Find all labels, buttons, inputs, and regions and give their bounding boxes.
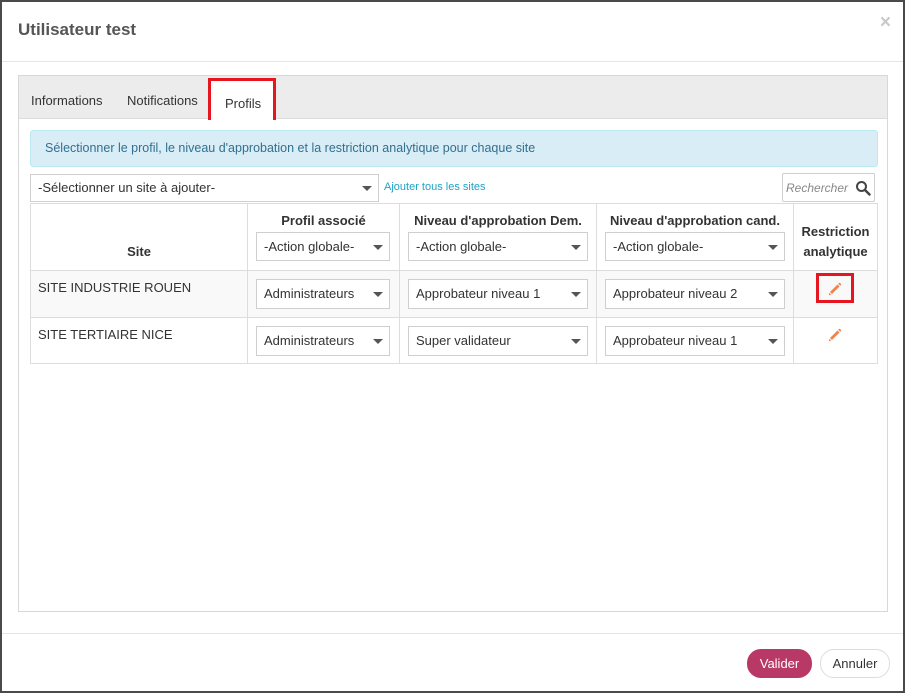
chevron-down-icon [768, 339, 778, 344]
row-profile-select[interactable]: Administrateurs [256, 279, 390, 309]
global-profile-value: -Action globale- [264, 239, 355, 254]
chevron-down-icon [768, 292, 778, 297]
chevron-down-icon [768, 244, 778, 250]
chevron-down-icon [362, 186, 372, 191]
header-cand-level: Niveau d'approbation cand. [610, 213, 780, 228]
header-dem-level: Niveau d'approbation Dem. [414, 213, 582, 228]
row-site-name: SITE INDUSTRIE ROUEN [38, 280, 192, 295]
global-dem-level-value: -Action globale- [416, 239, 507, 254]
chevron-down-icon [373, 244, 383, 250]
global-dem-level-select[interactable]: -Action globale- [408, 232, 588, 261]
row-cand-level-select[interactable]: Approbateur niveau 1 [605, 326, 785, 356]
row-profile-select[interactable]: Administrateurs [256, 326, 390, 356]
row-cand-level-value: Approbateur niveau 1 [613, 333, 738, 348]
search-box [782, 173, 875, 202]
tab-notifications[interactable]: Notifications [127, 93, 198, 108]
tab-informations[interactable]: Informations [31, 93, 103, 108]
chevron-down-icon [571, 244, 581, 250]
chevron-down-icon [373, 292, 383, 297]
header-profile: Profil associé [281, 213, 366, 228]
row-profile-value: Administrateurs [264, 333, 355, 348]
modal-header: Utilisateur test × [2, 2, 903, 62]
cancel-button[interactable]: Annuler [820, 649, 890, 678]
row-dem-level-value: Super validateur [416, 333, 511, 348]
row-site-name: SITE TERTIAIRE NICE [38, 327, 173, 342]
chevron-down-icon [571, 339, 581, 344]
pencil-icon[interactable] [828, 282, 842, 296]
sites-table: Site Profil associé Niveau d'approbation… [30, 203, 878, 364]
user-modal: Utilisateur test × Informations Notifica… [0, 0, 905, 693]
row-dem-level-select[interactable]: Super validateur [408, 326, 588, 356]
tab-profils-label: Profils [225, 96, 262, 111]
tab-profils[interactable]: Profils [208, 78, 276, 120]
header-restriction-line1: Restriction [801, 224, 870, 239]
site-select-value: -Sélectionner un site à ajouter- [38, 180, 216, 195]
row-divider [31, 270, 877, 271]
pencil-icon[interactable] [828, 328, 842, 342]
modal-footer: Valider Annuler [2, 633, 903, 691]
row-divider [31, 317, 877, 318]
search-icon[interactable] [855, 180, 871, 196]
content-panel: Informations Notifications Profils Sélec… [18, 75, 888, 612]
header-restriction-line2: analytique [803, 244, 868, 259]
tab-bar: Informations Notifications Profils [19, 76, 887, 120]
close-icon[interactable]: × [880, 12, 891, 34]
row-profile-value: Administrateurs [264, 286, 355, 301]
validate-button[interactable]: Valider [747, 649, 812, 678]
modal-title: Utilisateur test [18, 20, 137, 39]
search-input[interactable] [785, 177, 855, 198]
row-cand-level-value: Approbateur niveau 2 [613, 286, 738, 301]
row-dem-level-select[interactable]: Approbateur niveau 1 [408, 279, 588, 309]
add-all-sites-link[interactable]: Ajouter tous les sites [384, 181, 486, 193]
global-profile-select[interactable]: -Action globale- [256, 232, 390, 261]
chevron-down-icon [571, 292, 581, 297]
row-dem-level-value: Approbateur niveau 1 [416, 286, 541, 301]
header-site: Site [127, 244, 151, 259]
row-cand-level-select[interactable]: Approbateur niveau 2 [605, 279, 785, 309]
site-select[interactable]: -Sélectionner un site à ajouter- [30, 174, 379, 202]
info-alert: Sélectionner le profil, le niveau d'appr… [30, 130, 878, 167]
global-cand-level-value: -Action globale- [613, 239, 704, 254]
global-cand-level-select[interactable]: -Action globale- [605, 232, 785, 261]
chevron-down-icon [373, 339, 383, 344]
